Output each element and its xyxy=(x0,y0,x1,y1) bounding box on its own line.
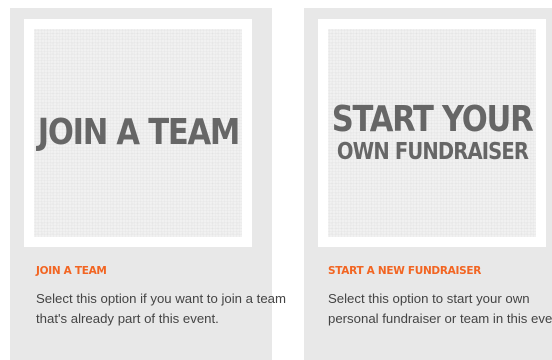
start-fundraiser-description: Select this option to start your own per… xyxy=(328,291,552,326)
join-team-tile[interactable]: JOIN A TEAM xyxy=(24,19,252,247)
join-team-tile-text: JOIN A TEAM xyxy=(37,112,240,153)
join-team-card[interactable]: JOIN A TEAM JOIN A TEAM Select this opti… xyxy=(10,8,286,360)
start-fundraiser-title[interactable]: START A NEW FUNDRAISER xyxy=(328,265,481,277)
join-team-description: Select this option if you want to join a… xyxy=(36,291,286,326)
start-fundraiser-tile-text-line2: OWN FUNDRAISER xyxy=(336,139,528,165)
start-fundraiser-tile[interactable]: START YOUR OWN FUNDRAISER xyxy=(318,19,546,247)
start-fundraiser-tile-graphic: START YOUR OWN FUNDRAISER xyxy=(328,29,536,237)
join-team-tile-graphic: JOIN A TEAM xyxy=(34,29,242,237)
start-fundraiser-tile-text-line1: START YOUR xyxy=(331,99,534,140)
start-fundraiser-card[interactable]: START YOUR OWN FUNDRAISER START A NEW FU… xyxy=(304,8,552,360)
fundraiser-options: JOIN A TEAM JOIN A TEAM Select this opti… xyxy=(0,0,552,360)
join-team-title[interactable]: JOIN A TEAM xyxy=(36,265,107,277)
